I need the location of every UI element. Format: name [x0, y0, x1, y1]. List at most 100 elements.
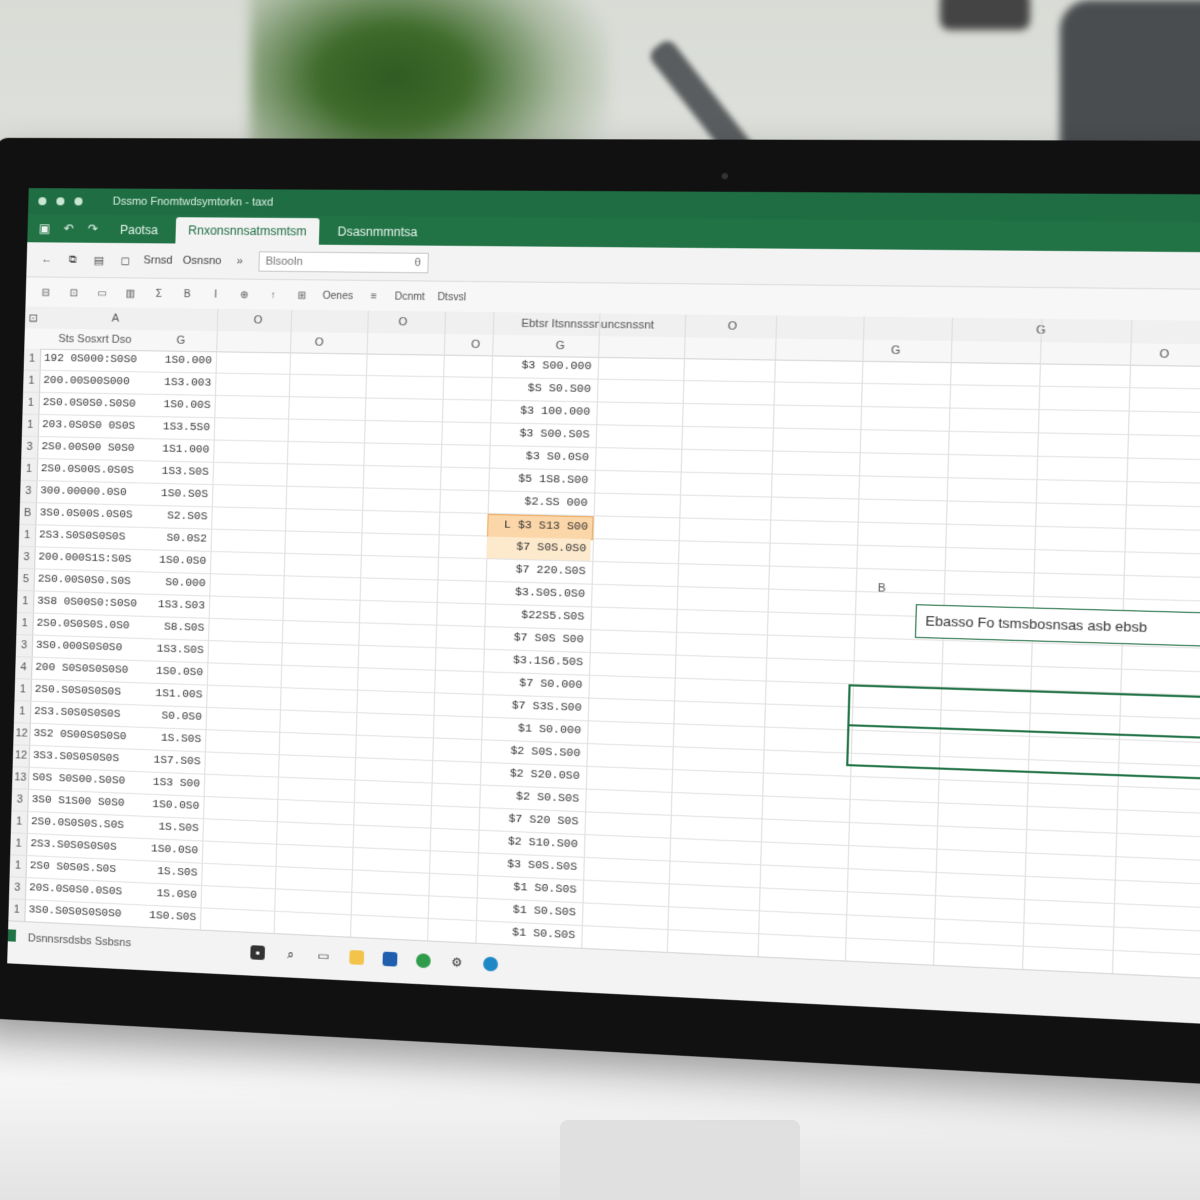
cell-b[interactable]: 1S3.5S0: [151, 417, 211, 439]
chart-icon[interactable]: ▥: [122, 288, 138, 299]
cell-a[interactable]: 2S3.S0S0S0S0S: [39, 525, 144, 549]
cell-b[interactable]: S0.0S0: [143, 706, 203, 729]
cell-a[interactable]: 2S0.00S0S0.S0S: [38, 569, 143, 593]
maximize-dot-icon[interactable]: [74, 197, 82, 205]
cell-a[interactable]: 2S3.S0S0S0S0S: [34, 702, 139, 727]
row-number[interactable]: 3: [9, 877, 27, 899]
cell-b[interactable]: 1S3 S00: [141, 772, 201, 796]
cell-a[interactable]: 2S0.0S0S0.S0S0: [42, 393, 147, 416]
browser-icon[interactable]: [416, 953, 431, 968]
cell-c[interactable]: $7 S0S.0S0: [486, 537, 590, 561]
cell-c[interactable]: $7 S3S.S00: [482, 695, 586, 720]
cell-b[interactable]: S0.000: [146, 572, 206, 595]
cell-a[interactable]: 3S0.000S0S0S0: [36, 636, 141, 660]
cell-c[interactable]: $3 S00.S0S: [490, 423, 594, 447]
row-number[interactable]: 3: [21, 437, 39, 458]
cell-a[interactable]: 200.000S1S:S0S: [38, 547, 143, 571]
cell-a[interactable]: 2S0.S0S0S0S0S: [34, 680, 139, 705]
row-number[interactable]: [7, 965, 24, 987]
cell-b[interactable]: 1S0.0S0: [140, 794, 200, 818]
row-number[interactable]: 1: [11, 811, 29, 833]
row-number[interactable]: 1: [22, 393, 40, 414]
cell-c[interactable]: $3.S0S.0S0: [485, 582, 589, 607]
cell-a[interactable]: 192 0S000:S0S0: [44, 349, 149, 372]
cell-c[interactable]: $2 S20.0S0: [480, 763, 584, 789]
cell-b[interactable]: 1S0.0S0: [147, 550, 207, 573]
row-number[interactable]: B: [19, 503, 37, 524]
cell-c[interactable]: $7 S0.000: [482, 672, 586, 697]
cell-c[interactable]: $5 1S8.S00: [488, 469, 592, 493]
row-number[interactable]: 1: [22, 415, 40, 436]
paste-icon[interactable]: ▤: [91, 253, 107, 266]
cell-b[interactable]: 1S0.00S: [151, 395, 211, 417]
row-number[interactable]: 3: [16, 635, 34, 657]
cell-a[interactable]: 2S0.0S00S.0S0S: [41, 459, 146, 482]
cell-c[interactable]: $7 S20 S0S: [479, 808, 583, 834]
column-header-o2[interactable]: O: [371, 311, 434, 334]
tab-2[interactable]: Dsasnmmntsa: [325, 218, 431, 245]
cell-a[interactable]: 2S0.0S0S0S.0S0: [36, 614, 141, 638]
cell-c[interactable]: $7 S0S S00: [484, 627, 588, 652]
cell-a[interactable]: S0S S0S00.S0S0: [32, 768, 137, 793]
cell-b[interactable]: 1S0.0S0: [144, 661, 204, 684]
cell-b[interactable]: 1S.0S0: [138, 883, 197, 907]
redo-icon[interactable]: ↷: [83, 222, 102, 243]
tab-1[interactable]: Rnxonsnnsatmsmtsm: [176, 217, 320, 245]
cell-c[interactable]: $1 S0.000: [481, 718, 585, 743]
tab-0[interactable]: Paotsa: [108, 217, 171, 244]
cell-b[interactable]: 1S0.S0S: [149, 484, 209, 507]
cell-c[interactable]: $3 100.000: [490, 401, 595, 425]
cell-c[interactable]: $3.1S6.50S: [483, 650, 587, 675]
row-number[interactable]: 12: [13, 745, 31, 767]
bold-icon[interactable]: B: [179, 289, 196, 300]
copy-icon[interactable]: ⧉: [65, 253, 81, 266]
cell-b[interactable]: 1S3.003: [152, 373, 212, 395]
close-dot-icon[interactable]: [38, 197, 46, 205]
sort-icon[interactable]: ⊡: [66, 287, 82, 298]
border-icon[interactable]: ⊞: [294, 290, 311, 301]
cell-c[interactable]: $2 S10.S00: [478, 831, 582, 857]
cell-c[interactable]: $7 220.S0S: [486, 559, 590, 583]
sheet-grid[interactable]: ⊡ A O O Ebtsr Itsnnsssnuncsnssnt O G Sts…: [8, 306, 1200, 984]
cell-c[interactable]: $2 S0S.S00: [481, 740, 585, 766]
column-header-a[interactable]: A: [85, 307, 146, 330]
dropdown-arrow-icon[interactable]: »: [232, 255, 249, 267]
row-number[interactable]: 1: [14, 679, 32, 701]
align-icon[interactable]: ≡: [365, 291, 382, 302]
cell-a[interactable]: 3S0 S1S00 S0S0: [31, 790, 136, 815]
cell-b[interactable]: 1S0.S0S: [137, 905, 196, 929]
row-number[interactable]: 5: [18, 569, 36, 591]
cell-a[interactable]: 300.00000.0S0: [40, 481, 145, 505]
toolbar-label-1[interactable]: Osnsno: [183, 255, 222, 268]
cell-b[interactable]: 1S7.S0S: [141, 750, 201, 773]
cell-b[interactable]: S0.0S2: [148, 528, 208, 551]
cell-c[interactable]: $2 S0.S0S: [479, 785, 583, 811]
minimize-dot-icon[interactable]: [56, 197, 64, 205]
toolbar2-label-1[interactable]: Dcnmt: [395, 291, 426, 303]
folder-icon[interactable]: [349, 950, 364, 965]
toolbar-label-0[interactable]: Srnsd: [143, 254, 173, 266]
cell-c[interactable]: $3 S00.000: [492, 355, 597, 378]
row-number[interactable]: 1: [8, 899, 26, 921]
cell-c[interactable]: $3 S0S.S0S: [477, 853, 581, 879]
cell-a[interactable]: 200 S0S0S0S0S0: [35, 658, 140, 683]
sum-icon[interactable]: Σ: [150, 288, 167, 299]
row-number[interactable]: 3: [18, 547, 36, 569]
settings-icon[interactable]: ⚙: [449, 955, 464, 970]
cell-b[interactable]: S2.S0S: [148, 506, 208, 529]
cell-a[interactable]: 203.0S0S0 0S0S: [42, 415, 147, 438]
cell-b[interactable]: 1S.S0S: [142, 728, 202, 751]
task-view-icon[interactable]: ▭: [316, 948, 331, 963]
cell-b[interactable]: 1S3.S0S: [149, 461, 209, 484]
row-number[interactable]: 3: [20, 481, 38, 502]
row-number[interactable]: 12: [13, 723, 31, 745]
row-number[interactable]: 13: [12, 767, 30, 789]
row-number[interactable]: 1: [17, 591, 35, 613]
row-number[interactable]: 3: [11, 789, 29, 811]
cell-a[interactable]: 3S8 0S00S0:S0S0: [37, 592, 142, 616]
toolbar2-label-2[interactable]: Dtsvsl: [437, 291, 466, 303]
select-all-corner[interactable]: ⊡: [25, 306, 42, 328]
cell-c[interactable]: $2.SS 000: [488, 491, 592, 515]
filter-icon[interactable]: ⊟: [38, 287, 54, 298]
column-header-far-0[interactable]: O: [710, 315, 754, 339]
